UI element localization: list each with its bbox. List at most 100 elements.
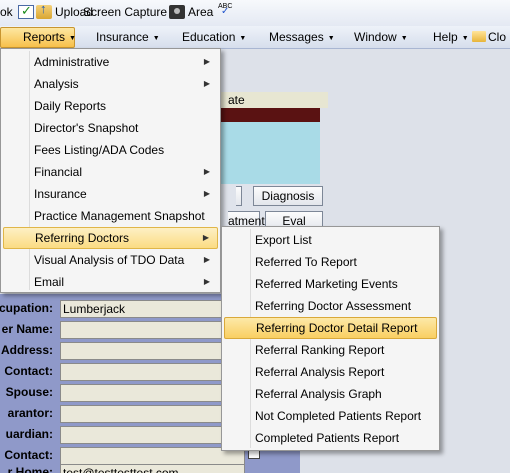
menu-close[interactable]: Clo	[472, 30, 506, 47]
menu-item-label: Email	[34, 275, 65, 289]
menu-window-label: Window	[354, 30, 397, 44]
field-label: Contact:	[4, 364, 53, 378]
menu-window[interactable]: Window ▼	[354, 30, 408, 47]
menu-messages-label: Messages	[269, 30, 324, 44]
menu-item-email[interactable]: Email ▶	[3, 271, 218, 293]
screen-capture-label: Screen Capture	[83, 5, 168, 19]
submenu-arrow-icon: ▶	[203, 167, 210, 176]
chevron-down-icon: ▼	[327, 35, 335, 42]
menu-item-export-list[interactable]: Export List	[224, 229, 437, 251]
checkbox-icon	[18, 3, 34, 19]
chevron-down-icon: ▼	[69, 35, 76, 42]
area-label: Area	[188, 5, 214, 19]
menu-item-financial[interactable]: Financial ▶	[3, 161, 218, 183]
menu-item-label: Fees Listing/ADA Codes	[34, 143, 165, 157]
menu-insurance[interactable]: Insurance ▼	[96, 30, 160, 47]
chevron-down-icon: ▼	[152, 35, 160, 42]
field-contact: Contact:	[0, 362, 245, 382]
menu-item-label: Referring Doctors	[35, 231, 130, 245]
menu-item-referred-marketing-events[interactable]: Referred Marketing Events	[224, 273, 437, 295]
diagnosis-button[interactable]: Diagnosis	[253, 186, 323, 206]
folder-icon	[472, 31, 486, 42]
menu-item-referral-analysis-report[interactable]: Referral Analysis Report	[224, 361, 437, 383]
field-label: Address:	[0, 343, 53, 357]
menubar: Reports ▼ Insurance ▼ Education ▼ Messages ▼…	[0, 26, 510, 49]
toolbar-ok-button[interactable]: ok	[0, 5, 13, 19]
menu-item-referral-ranking-report[interactable]: Referral Ranking Report	[224, 339, 437, 361]
toolbar: ok Upload Screen Capture Area ABC	[0, 0, 510, 26]
menu-item-label: Referral Ranking Report	[255, 343, 385, 357]
field-spouse: Spouse:	[0, 383, 245, 403]
referring-doctors-submenu: Export List Referred To Report Referred …	[221, 226, 440, 451]
area-capture-button[interactable]: Area	[169, 5, 213, 19]
menu-close-label: Clo	[488, 30, 507, 44]
menu-item-label: Director's Snapshot	[34, 121, 139, 135]
form-top-panel	[200, 49, 510, 92]
menu-item-visual-analysis[interactable]: Visual Analysis of TDO Data ▶	[3, 249, 218, 271]
menu-item-referred-to-report[interactable]: Referred To Report	[224, 251, 437, 273]
home-email-input[interactable]: test@testtesttest.com	[60, 464, 245, 473]
submenu-arrow-icon: ▶	[203, 255, 210, 264]
menu-item-label: Not Completed Patients Report	[255, 409, 422, 423]
list-area[interactable]	[220, 122, 320, 184]
menu-item-label: Export List	[255, 233, 312, 247]
field-guardian: uardian:	[0, 425, 245, 445]
occupation-input[interactable]: Lumberjack	[60, 300, 245, 318]
menu-reports-label: Reports	[23, 30, 66, 44]
menu-item-label: Analysis	[34, 77, 79, 91]
menu-item-not-completed-patients-report[interactable]: Not Completed Patients Report	[224, 405, 437, 427]
address-input[interactable]	[60, 342, 245, 360]
field-label: Spouse:	[5, 385, 53, 399]
field-home-email: r Home: test@testtesttest.com	[0, 463, 245, 473]
upload-icon	[36, 1, 52, 19]
menu-item-practice-management-snapshot[interactable]: Practice Management Snapshot	[3, 205, 218, 227]
menu-item-daily-reports[interactable]: Daily Reports	[3, 95, 218, 117]
menu-reports[interactable]: Reports ▼	[0, 27, 76, 48]
menu-item-label: Administrative	[34, 55, 110, 69]
menu-item-fees-listing[interactable]: Fees Listing/ADA Codes	[3, 139, 218, 161]
menu-item-referring-doctor-detail-report[interactable]: Referring Doctor Detail Report	[224, 317, 437, 339]
menu-item-label: Visual Analysis of TDO Data	[34, 253, 185, 267]
menu-item-insurance[interactable]: Insurance ▶	[3, 183, 218, 205]
guardian-input[interactable]	[60, 426, 245, 444]
field-occupation: cupation: Lumberjack	[0, 299, 245, 319]
menu-item-referring-doctors[interactable]: Referring Doctors ▶	[3, 227, 218, 249]
menu-item-label: Completed Patients Report	[255, 431, 400, 445]
spellcheck-button[interactable]: ABC	[218, 3, 234, 17]
chevron-down-icon: ▼	[239, 35, 247, 42]
menu-item-label: Referral Analysis Report	[255, 365, 385, 379]
menu-item-label: Practice Management Snapshot	[34, 209, 205, 223]
menu-item-analysis[interactable]: Analysis ▶	[3, 73, 218, 95]
toolbar-ok-checkbox[interactable]	[18, 3, 34, 19]
menu-item-label: Daily Reports	[34, 99, 107, 113]
menu-item-label: Financial	[34, 165, 83, 179]
field-employer-name: er Name:	[0, 320, 245, 340]
menu-item-administrative[interactable]: Administrative ▶	[3, 51, 218, 73]
chevron-down-icon: ▼	[400, 35, 408, 42]
submenu-arrow-icon: ▶	[202, 233, 209, 242]
spouse-input[interactable]	[60, 384, 245, 402]
contact-input[interactable]	[60, 363, 245, 381]
reports-menu: Administrative ▶ Analysis ▶ Daily Reports …	[0, 48, 221, 293]
partial-button[interactable]	[236, 186, 242, 206]
menu-item-referring-doctor-assessment[interactable]: Referring Doctor Assessment	[224, 295, 437, 317]
menu-messages[interactable]: Messages ▼	[269, 30, 335, 47]
menu-help[interactable]: Help ▼	[433, 30, 469, 47]
menu-education[interactable]: Education ▼	[182, 30, 246, 47]
menu-item-completed-patients-report[interactable]: Completed Patients Report	[224, 427, 437, 449]
menu-item-label: Insurance	[34, 187, 87, 201]
menu-item-directors-snapshot[interactable]: Director's Snapshot	[3, 117, 218, 139]
selected-row[interactable]	[220, 108, 320, 122]
employer-name-input[interactable]	[60, 321, 245, 339]
screen-capture-button[interactable]: Screen Capture	[83, 5, 167, 19]
guarantor-input[interactable]	[60, 405, 245, 423]
menu-item-label: Referring Doctor Detail Report	[256, 321, 418, 335]
menu-item-referral-analysis-graph[interactable]: Referral Analysis Graph	[224, 383, 437, 405]
submenu-arrow-icon: ▶	[203, 189, 210, 198]
submenu-arrow-icon: ▶	[203, 57, 210, 66]
toolbar-ok-label: ok	[0, 5, 13, 19]
field-label: Contact:	[4, 448, 53, 462]
camera-icon	[169, 5, 185, 19]
field-label: er Name:	[1, 322, 53, 336]
field-label: r Home:	[7, 465, 53, 473]
